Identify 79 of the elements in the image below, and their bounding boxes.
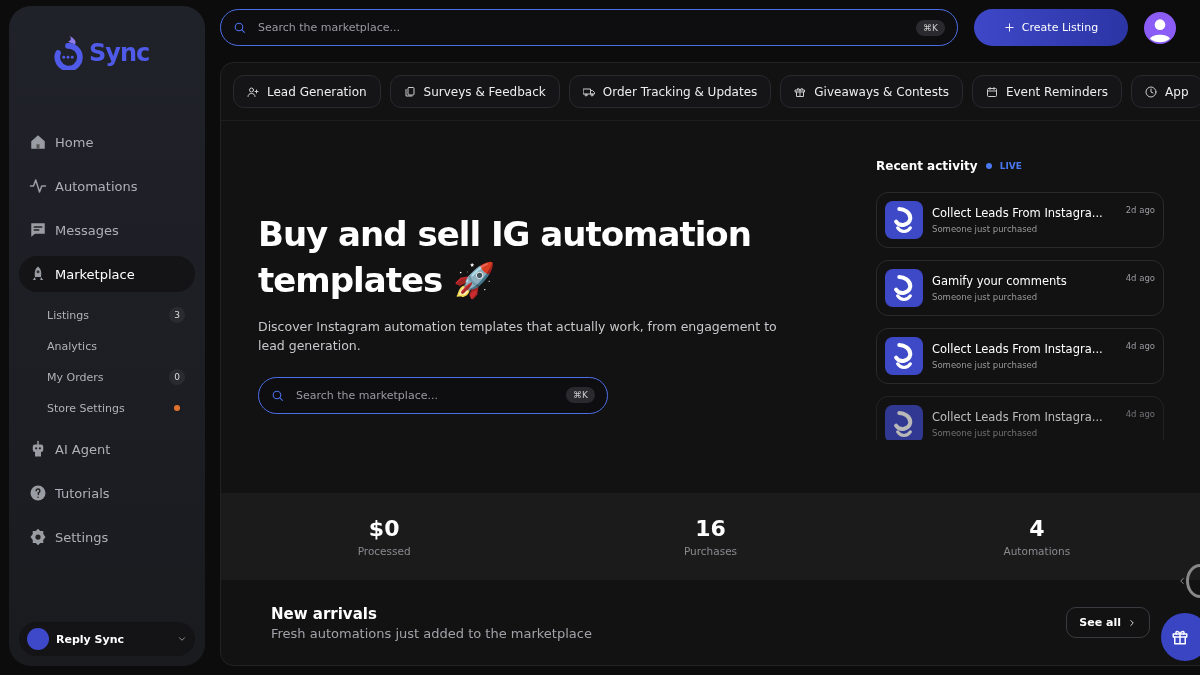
section-subtitle: Fresh automations just added to the marketplace bbox=[271, 625, 593, 641]
category-chip[interactable]: Giveaways & Contests bbox=[780, 75, 963, 108]
nav-item[interactable]: AI Agent bbox=[19, 431, 195, 467]
category-chip[interactable]: Surveys & Feedback bbox=[389, 75, 560, 108]
clock-icon bbox=[1145, 85, 1158, 98]
activity-title: Collect Leads From Instagra... bbox=[932, 342, 1104, 356]
settings-icon bbox=[29, 528, 47, 546]
activity-note: Someone just purchased bbox=[932, 428, 1039, 438]
activity-note: Someone just purchased bbox=[932, 224, 1039, 234]
see-all-button[interactable]: See all bbox=[1066, 607, 1150, 638]
user-plus-icon bbox=[247, 85, 259, 98]
stat-label: Purchases bbox=[683, 545, 738, 557]
category-chip[interactable]: Order Tracking & Updates bbox=[568, 75, 772, 108]
submenu-item[interactable]: My Orders bbox=[47, 370, 104, 384]
plus-icon bbox=[1003, 22, 1015, 33]
chevron-right-icon bbox=[1127, 617, 1137, 628]
truck-icon bbox=[582, 85, 595, 98]
activity-note: Someone just purchased bbox=[932, 292, 1039, 302]
nav-item[interactable]: Tutorials bbox=[19, 475, 195, 511]
activity-time: 4d ago bbox=[1125, 409, 1155, 419]
app-logo-icon bbox=[885, 269, 923, 307]
account-avatar bbox=[27, 628, 49, 650]
account-switcher[interactable]: Reply Sync bbox=[19, 622, 195, 656]
section-title: Recent activity bbox=[876, 159, 978, 173]
logo-text: Sync bbox=[89, 39, 150, 67]
search-placeholder: Search the marketplace... bbox=[258, 21, 400, 34]
logo-icon bbox=[51, 36, 85, 70]
activity-time: 4d ago bbox=[1125, 273, 1155, 283]
stat-label: Processed bbox=[357, 545, 411, 557]
chat-icon bbox=[29, 221, 47, 239]
nav-item[interactable]: Settings bbox=[19, 519, 195, 555]
activity-title: Collect Leads From Instagra... bbox=[932, 410, 1104, 424]
app-logo-icon bbox=[885, 201, 923, 239]
activity-time: 4d ago bbox=[1125, 341, 1155, 351]
stat-label: Automations bbox=[1003, 545, 1071, 557]
create-listing-button[interactable]: Create Listing bbox=[974, 9, 1128, 46]
pulse-icon bbox=[29, 177, 47, 195]
category-chip[interactable]: Lead Generation bbox=[233, 75, 381, 108]
avatar-icon bbox=[1144, 11, 1176, 44]
nav-item[interactable]: Home bbox=[19, 124, 195, 160]
shortcut-badge: ⌘K bbox=[566, 387, 595, 403]
nav-item[interactable]: Automations bbox=[19, 168, 195, 204]
chevron-left-icon[interactable] bbox=[1177, 575, 1187, 587]
submenu-item[interactable]: Analytics bbox=[47, 339, 97, 353]
activity-title: Collect Leads From Instagra... bbox=[932, 206, 1104, 220]
count-badge: 3 bbox=[169, 307, 185, 323]
activity-title: Gamify your comments bbox=[932, 274, 1068, 288]
submenu-item[interactable]: Store Settings bbox=[47, 401, 125, 415]
activity-note: Someone just purchased bbox=[932, 360, 1039, 370]
count-badge: 0 bbox=[169, 369, 185, 385]
category-chip[interactable]: App bbox=[1131, 75, 1200, 108]
gift-icon bbox=[1171, 628, 1189, 646]
chevron-down-icon bbox=[177, 634, 187, 644]
search-icon bbox=[271, 388, 284, 402]
submenu-item[interactable]: Listings bbox=[47, 308, 89, 322]
documents-icon bbox=[403, 85, 416, 98]
stat-value: 16 bbox=[695, 516, 726, 541]
activity-time: 2d ago bbox=[1125, 205, 1155, 215]
calendar-icon bbox=[985, 85, 998, 98]
section-title: New arrivals bbox=[271, 604, 378, 623]
app-logo-icon bbox=[885, 337, 923, 375]
gift-icon bbox=[794, 85, 807, 98]
house-icon bbox=[29, 133, 47, 151]
search-placeholder: Search the marketplace... bbox=[296, 388, 438, 402]
help-icon bbox=[29, 484, 47, 502]
app-logo-icon bbox=[885, 405, 923, 440]
live-dot bbox=[985, 163, 992, 169]
search-icon bbox=[233, 21, 246, 34]
shortcut-badge: ⌘K bbox=[916, 19, 945, 36]
search-field[interactable]: Search the marketplace... ⌘K bbox=[258, 376, 608, 414]
stat-value: $0 bbox=[368, 516, 400, 541]
hero-description: Discover Instagram automation templates that actually work, from engagement to lead generation. bbox=[258, 317, 778, 355]
nav-item[interactable]: Messages bbox=[19, 212, 195, 248]
category-chip[interactable]: Event Reminders bbox=[971, 75, 1123, 108]
live-label: LIVE bbox=[999, 161, 1022, 171]
nav-item[interactable]: Marketplace bbox=[19, 256, 195, 292]
search-field[interactable]: Search the marketplace... ⌘K bbox=[220, 9, 958, 46]
hero-heading: Buy and sell IG automation templates 🚀 bbox=[258, 212, 752, 302]
stat-value: 4 bbox=[1029, 516, 1045, 541]
